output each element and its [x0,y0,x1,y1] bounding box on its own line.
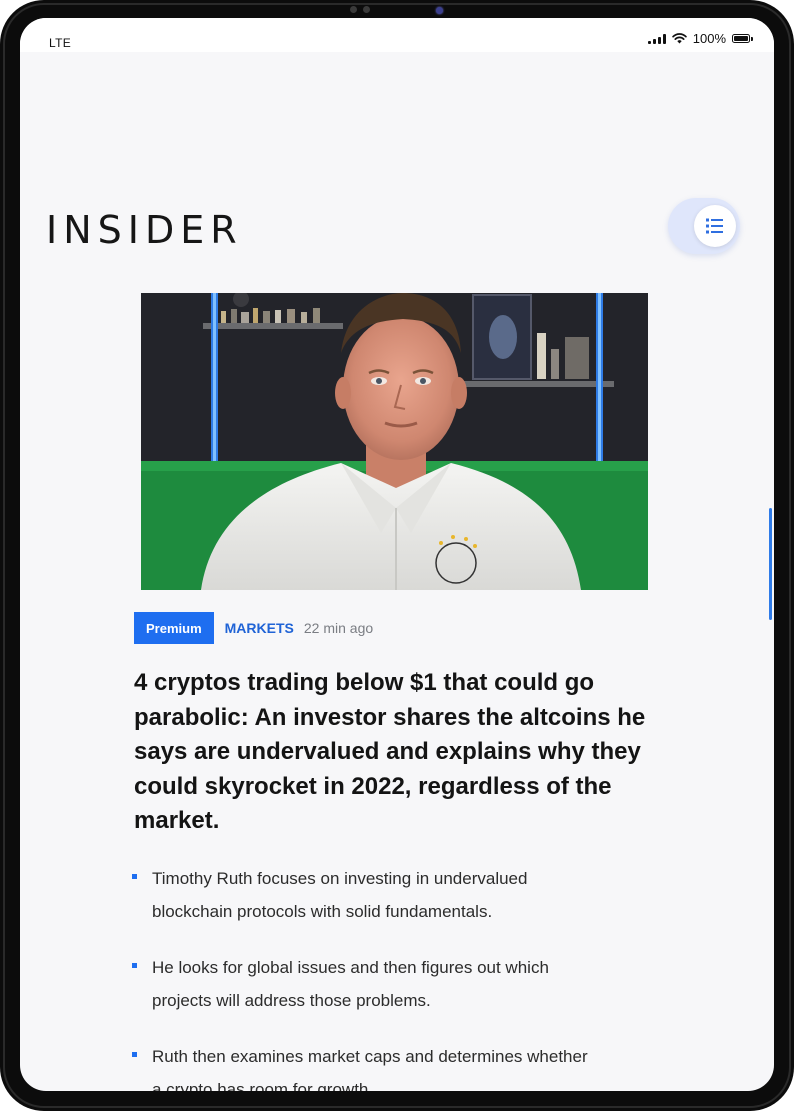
list-icon [706,218,723,234]
signal-icon [647,33,666,44]
menu-toggle-knob[interactable] [694,205,736,247]
premium-badge[interactable]: Premium [134,612,214,644]
status-indicators: 100% [647,31,753,46]
status-bar: LTE 100% [20,18,774,52]
menu-toggle-button[interactable] [668,198,740,254]
front-camera [436,7,443,14]
carrier-label: LTE [49,36,72,50]
front-sensors [350,6,370,13]
insider-logo[interactable]: INSIDER [46,208,243,252]
sensor-dot [350,6,357,13]
summary-bullet: Timothy Ruth focuses on investing in und… [130,862,600,928]
summary-bullet: Ruth then examines market caps and deter… [130,1040,600,1091]
tablet-frame: LTE 100% INSIDER Premium MARKETS 22 min … [0,0,794,1111]
sensor-dot [363,6,370,13]
scroll-indicator[interactable] [769,508,772,620]
wifi-icon [672,33,687,44]
article-headline[interactable]: 4 cryptos trading below $1 that could go… [134,666,674,839]
bullet-marker [132,963,137,968]
section-link-markets[interactable]: MARKETS [225,620,294,636]
article-timestamp: 22 min ago [303,620,374,636]
article-hero-image[interactable] [141,293,648,590]
summary-bullet-text: Ruth then examines market caps and deter… [152,1047,588,1091]
article-meta: Premium MARKETS 22 min ago [134,612,373,644]
hero-photo [141,293,648,590]
bullet-marker [132,874,137,879]
battery-percent: 100% [692,31,726,46]
summary-bullet-text: He looks for global issues and then figu… [152,958,549,1010]
screen: LTE 100% INSIDER Premium MARKETS 22 min … [20,18,774,1091]
summary-bullet-text: Timothy Ruth focuses on investing in und… [152,869,528,921]
battery-icon [732,34,753,43]
bullet-marker [132,1052,137,1057]
summary-bullet: He looks for global issues and then figu… [130,951,600,1017]
article-summary-list: Timothy Ruth focuses on investing in und… [130,862,600,1091]
